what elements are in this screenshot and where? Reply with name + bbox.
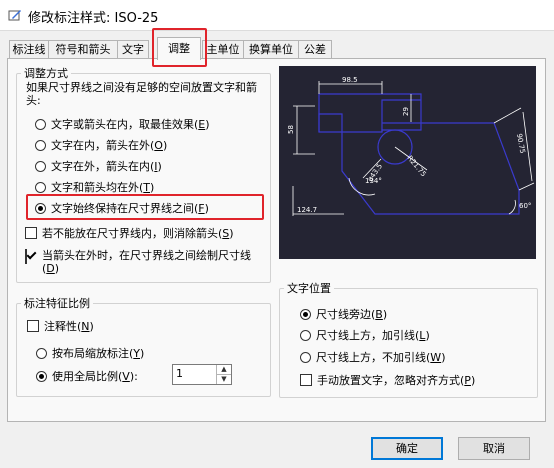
radio-indicator[interactable] — [35, 160, 46, 172]
radio-indicator[interactable] — [35, 139, 46, 151]
radio-indicator[interactable] — [36, 347, 47, 359]
radio-over-dim-line-no-leader[interactable]: 尺寸线上方，不加引线 (W) — [300, 349, 445, 365]
accelerator-key: D — [46, 262, 55, 275]
radio-scale-to-layout[interactable]: 按布局缩放标注 (Y) — [36, 345, 144, 361]
tab-tolerances[interactable]: 公差 — [298, 40, 332, 59]
spin-buttons: ▲ ▼ — [216, 365, 231, 384]
tab-alternate-units[interactable]: 换算单位 — [243, 40, 299, 59]
radio-indicator[interactable] — [300, 308, 311, 320]
fit-options-title: 调整方式 — [21, 65, 71, 81]
checkbox-label: 手动放置文字，忽略对齐方式 — [317, 374, 460, 387]
check-draw-dim-line-between[interactable]: 当箭头在外时，在尺寸界线之间绘制尺寸线(D) — [25, 249, 251, 275]
check-annotative[interactable]: 注释性 (N) — [27, 318, 94, 334]
cancel-button[interactable]: 取消 — [458, 437, 530, 460]
radio-label: 尺寸线上方，不加引线 — [316, 351, 426, 364]
accelerator-key: I — [154, 159, 158, 173]
checkbox-text: 当箭头在外时，在尺寸界线之间绘制尺寸线(D) — [42, 249, 251, 275]
tab-symbols-arrows[interactable]: 符号和箭头 — [48, 40, 118, 59]
checkbox-indicator[interactable] — [25, 227, 37, 239]
preview-label: 29 — [402, 107, 410, 116]
title-bar: 修改标注样式: ISO-25 — [0, 0, 554, 30]
radio-indicator[interactable] — [300, 351, 311, 363]
accelerator-key: P — [464, 373, 471, 387]
radio-indicator[interactable] — [36, 370, 47, 382]
preview-label: 134° — [365, 177, 382, 185]
checkbox-indicator[interactable] — [27, 320, 39, 332]
radio-text-inside-arrows-outside[interactable]: 文字在内，箭头在外 (O) — [35, 137, 167, 153]
radio-both-outside[interactable]: 文字和箭头均在外 (T) — [35, 179, 154, 195]
preview-image: 98.5 58 29 90.75 R21.75 ø43.5 124.7 134°… — [279, 66, 536, 259]
radio-label: 使用全局比例 — [52, 370, 118, 383]
accelerator-key: T — [143, 180, 151, 194]
spin-down-icon[interactable]: ▼ — [217, 375, 231, 384]
radio-label: 尺寸线上方，加引线 — [316, 329, 415, 342]
checkbox-label: 注释性 — [44, 320, 77, 333]
check-place-text-manually[interactable]: 手动放置文字，忽略对齐方式 (P) — [300, 372, 475, 388]
tab-dimension-lines[interactable]: 标注线 — [9, 40, 49, 59]
radio-label: 文字在外，箭头在内 — [51, 160, 150, 173]
tab-primary-units[interactable]: 主单位 — [202, 40, 244, 59]
radio-label: 按布局缩放标注 — [52, 347, 129, 360]
preview-label: 124.7 — [297, 206, 317, 214]
checkbox-indicator[interactable] — [300, 374, 312, 386]
radio-use-overall-scale[interactable]: 使用全局比例 (V): — [36, 368, 138, 384]
radio-beside-dim-line[interactable]: 尺寸线旁边 (B) — [300, 306, 387, 322]
accelerator-key: F — [198, 201, 205, 215]
checkbox-label: 当箭头在外时，在尺寸界线之间绘制尺寸线 — [42, 249, 251, 262]
accelerator-key: E — [198, 117, 206, 131]
accelerator-key: V — [122, 369, 130, 383]
radio-indicator[interactable] — [35, 202, 46, 214]
accelerator-key: S — [222, 226, 230, 240]
radio-label: 文字和箭头均在外 — [51, 181, 139, 194]
overall-scale-value[interactable]: 1 — [176, 367, 183, 380]
radio-label: 尺寸线旁边 — [316, 308, 371, 321]
ok-button[interactable]: 确定 — [371, 437, 443, 460]
radio-label: 文字始终保持在尺寸界线之间 — [51, 202, 194, 215]
check-suppress-arrows[interactable]: 若不能放在尺寸界线内，则消除箭头 (S) — [25, 225, 234, 241]
scale-group-title: 标注特征比例 — [21, 295, 93, 311]
checkbox-label: 若不能放在尺寸界线内，则消除箭头 — [42, 227, 218, 240]
radio-indicator[interactable] — [35, 181, 46, 193]
spin-up-icon[interactable]: ▲ — [217, 365, 231, 375]
window-title: 修改标注样式: ISO-25 — [28, 11, 159, 26]
accelerator-key: W — [430, 350, 442, 364]
accelerator-key: L — [419, 328, 426, 342]
text-placement-title: 文字位置 — [284, 280, 334, 296]
radio-label: 文字在内，箭头在外 — [51, 139, 150, 152]
radio-indicator[interactable] — [35, 118, 46, 130]
radio-text-outside-arrows-inside[interactable]: 文字在外，箭头在内 (I) — [35, 158, 162, 174]
accelerator-key: N — [81, 319, 90, 333]
fit-description: 如果尺寸界线之间没有足够的空间放置文字和箭头: — [26, 81, 257, 107]
radio-over-dim-line-with-leader[interactable]: 尺寸线上方，加引线 (L) — [300, 327, 430, 343]
app-icon — [8, 10, 21, 21]
radio-best-fit[interactable]: 文字或箭头在内，取最佳效果 (E) — [35, 116, 210, 132]
tab-fit[interactable]: 调整 — [157, 37, 201, 60]
accelerator-key: O — [154, 138, 163, 152]
accelerator-key: Y — [133, 346, 141, 360]
accelerator-key: B — [375, 307, 383, 321]
preview-label: 98.5 — [342, 76, 358, 84]
checkbox-indicator[interactable] — [25, 249, 27, 264]
preview-label: 60° — [519, 202, 531, 210]
tab-text[interactable]: 文字 — [117, 40, 149, 59]
radio-always-between-extension-lines[interactable]: 文字始终保持在尺寸界线之间 (F) — [35, 200, 209, 216]
radio-suffix: : — [134, 369, 138, 383]
radio-indicator[interactable] — [300, 329, 311, 341]
preview-label: 58 — [287, 125, 295, 134]
title-divider — [0, 30, 554, 31]
overall-scale-spinbox[interactable]: 1 ▲ ▼ — [172, 364, 232, 385]
radio-label: 文字或箭头在内，取最佳效果 — [51, 118, 194, 131]
